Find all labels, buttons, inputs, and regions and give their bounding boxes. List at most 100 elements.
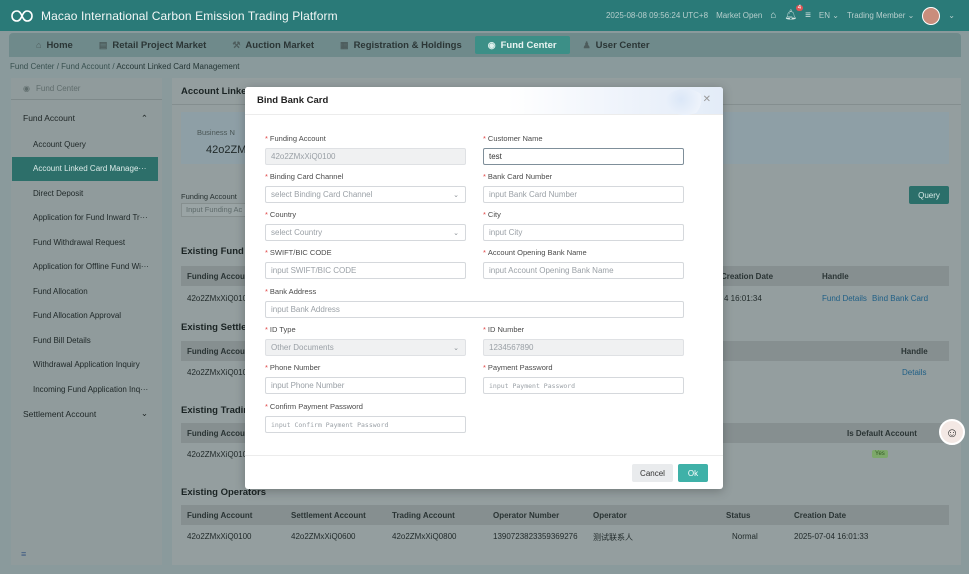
details-link[interactable]: Details: [902, 368, 926, 377]
sidebar-group-settlement[interactable]: Settlement Account ⌄: [11, 402, 162, 426]
city-input[interactable]: [483, 224, 684, 241]
field-id-type: * ID Type Other Documents ⌄: [265, 325, 466, 356]
language-selector[interactable]: EN ⌄: [819, 11, 839, 20]
country-select[interactable]: select Country ⌄: [265, 224, 466, 241]
datetime: 2025-08-08 09:56:24 UTC+8: [605, 11, 709, 20]
default-badge: Yes: [872, 450, 888, 458]
cancel-button[interactable]: Cancel: [632, 464, 673, 482]
breadcrumb-fund-account[interactable]: Fund Account: [61, 62, 110, 71]
breadcrumb: Fund Center / Fund Account / Account Lin…: [10, 62, 240, 71]
tab-user-center[interactable]: ♟ User Center: [570, 36, 663, 54]
funding-account-filter[interactable]: Input Funding Ac: [181, 203, 247, 217]
sidebar-item-account-query[interactable]: Account Query: [11, 132, 162, 157]
dialog-header: Bind Bank Card ✕: [245, 87, 723, 115]
field-bank-card-number: * Bank Card Number: [483, 172, 684, 203]
menu-icon[interactable]: ≡: [805, 10, 811, 21]
market-status: Market Open: [716, 11, 763, 20]
sidebar-item-incoming-fund[interactable]: Incoming Fund Application Inq···: [11, 377, 162, 402]
field-phone: * Phone Number: [265, 363, 466, 394]
bank-address-input[interactable]: [265, 301, 684, 318]
field-id-number: * ID Number: [483, 325, 684, 356]
query-button[interactable]: Query: [909, 186, 949, 204]
chevron-up-icon: ⌃: [140, 112, 148, 123]
page-title: Account Linked: [181, 86, 253, 97]
section-trading: Existing Trading: [181, 405, 255, 416]
main-nav: ⌂ Home ▤ Retail Project Market ⚒ Auction Ma…: [9, 33, 961, 57]
sidebar-item-fund-allocation[interactable]: Fund Allocation: [11, 279, 162, 304]
tab-home[interactable]: ⌂ Home: [23, 36, 86, 54]
field-bank-address: * Bank Address: [265, 287, 684, 318]
field-swift: * SWIFT/BIC CODE: [265, 248, 466, 279]
app-title: Macao International Carbon Emission Trad…: [41, 8, 338, 23]
collapse-menu-icon[interactable]: ≡: [21, 549, 26, 559]
sidebar-item-fund-withdrawal[interactable]: Fund Withdrawal Request: [11, 230, 162, 255]
field-funding-account: * Funding Account: [265, 134, 466, 165]
field-opening-bank: * Account Opening Bank Name: [483, 248, 684, 279]
id-type-select: Other Documents ⌄: [265, 339, 466, 356]
document-icon: ▦: [340, 39, 349, 50]
chevron-down-icon[interactable]: ⌄: [948, 11, 955, 20]
dialog-footer: Cancel Ok: [245, 455, 723, 489]
dialog-title: Bind Bank Card: [257, 95, 329, 106]
sidebar-item-fund-bill-details[interactable]: Fund Bill Details: [11, 328, 162, 353]
tab-auction-market[interactable]: ⚒ Auction Market: [219, 36, 327, 54]
id-number-input: [483, 339, 684, 356]
breadcrumb-current: Account Linked Card Management: [116, 62, 240, 71]
header-right: 2025-08-08 09:56:24 UTC+8 Market Open ⌂ …: [605, 5, 955, 25]
platform-logo-icon[interactable]: [9, 6, 35, 26]
member-type-dropdown[interactable]: Trading Member ⌄: [847, 11, 914, 20]
decoration-graphic: [665, 89, 705, 115]
gavel-icon: ⚒: [232, 39, 241, 50]
tab-retail-project-market[interactable]: ▤ Retail Project Market: [86, 36, 220, 54]
sidebar: ◉ Fund Center Fund Account ⌃ Account Query…: [11, 78, 162, 565]
swift-code-input[interactable]: [265, 262, 466, 279]
binding-channel-select[interactable]: select Binding Card Channel ⌄: [265, 186, 466, 203]
chevron-down-icon: ⌄: [453, 344, 459, 352]
chevron-down-icon: ⌄: [140, 408, 148, 418]
fund-center-icon: ◉: [23, 84, 30, 93]
field-city: * City: [483, 210, 684, 241]
field-payment-password: * Payment Password: [483, 363, 684, 394]
sidebar-item-offline-fund[interactable]: Application for Offline Fund Wi···: [11, 255, 162, 280]
business-label: Business N: [197, 128, 235, 137]
close-icon[interactable]: ✕: [703, 94, 711, 105]
phone-number-input[interactable]: [265, 377, 466, 394]
funding-account-input: [265, 148, 466, 165]
home-icon[interactable]: ⌂: [770, 10, 776, 21]
section-settlement: Existing Settler: [181, 322, 251, 333]
opening-bank-input[interactable]: [483, 262, 684, 279]
user-avatar[interactable]: [922, 6, 941, 25]
sidebar-header: ◉ Fund Center: [11, 78, 162, 100]
dialog-body: *Funding Account *Customer Name *Binding…: [245, 115, 723, 455]
chevron-down-icon: ⌄: [453, 229, 459, 237]
bank-card-number-input[interactable]: [483, 186, 684, 203]
notification-badge: 4: [795, 5, 804, 11]
bell-icon[interactable]: 🔔︎ 4: [784, 5, 804, 21]
top-header: Macao International Carbon Emission Trad…: [0, 0, 969, 31]
ops-table-header: Funding Account Settlement Account Tradi…: [181, 505, 949, 525]
tab-fund-center[interactable]: ◉ Fund Center: [474, 36, 570, 54]
tab-registration-holdings[interactable]: ▦ Registration & Holdings: [327, 36, 475, 54]
store-icon: ▤: [98, 39, 108, 50]
sidebar-group-fund-account[interactable]: Fund Account ⌃: [11, 106, 162, 130]
bind-bank-card-link[interactable]: Bind Bank Card: [872, 294, 928, 303]
field-customer-name: * Customer Name: [483, 134, 684, 165]
payment-password-input[interactable]: [483, 377, 684, 394]
assistant-avatar-icon[interactable]: ☺: [939, 419, 965, 445]
sidebar-item-fund-allocation-approval[interactable]: Fund Allocation Approval: [11, 304, 162, 329]
sidebar-item-withdrawal-inquiry[interactable]: Withdrawal Application Inquiry: [11, 353, 162, 378]
field-country: * Country select Country ⌄: [265, 210, 466, 241]
bind-bank-card-dialog: Bind Bank Card ✕ *Funding Account *Custo…: [245, 87, 723, 489]
fund-details-link[interactable]: Fund Details: [822, 294, 867, 303]
sidebar-item-account-linked-card[interactable]: Account Linked Card Manage···: [12, 156, 158, 181]
chevron-down-icon: ⌄: [453, 191, 459, 199]
confirm-password-input[interactable]: [265, 416, 466, 433]
user-icon: ♟: [582, 39, 591, 50]
table-row: 42o2ZMxXiQ0100 42o2ZMxXiQ0600 42o2ZMxXiQ…: [187, 532, 869, 542]
customer-name-input[interactable]: [483, 148, 684, 165]
sidebar-item-fund-inward[interactable]: Application for Fund Inward Tr···: [11, 206, 162, 231]
breadcrumb-fund-center[interactable]: Fund Center: [10, 62, 54, 71]
funding-account-label: Funding Account: [181, 192, 237, 201]
ok-button[interactable]: Ok: [678, 464, 708, 482]
sidebar-item-direct-deposit[interactable]: Direct Deposit: [11, 181, 162, 206]
